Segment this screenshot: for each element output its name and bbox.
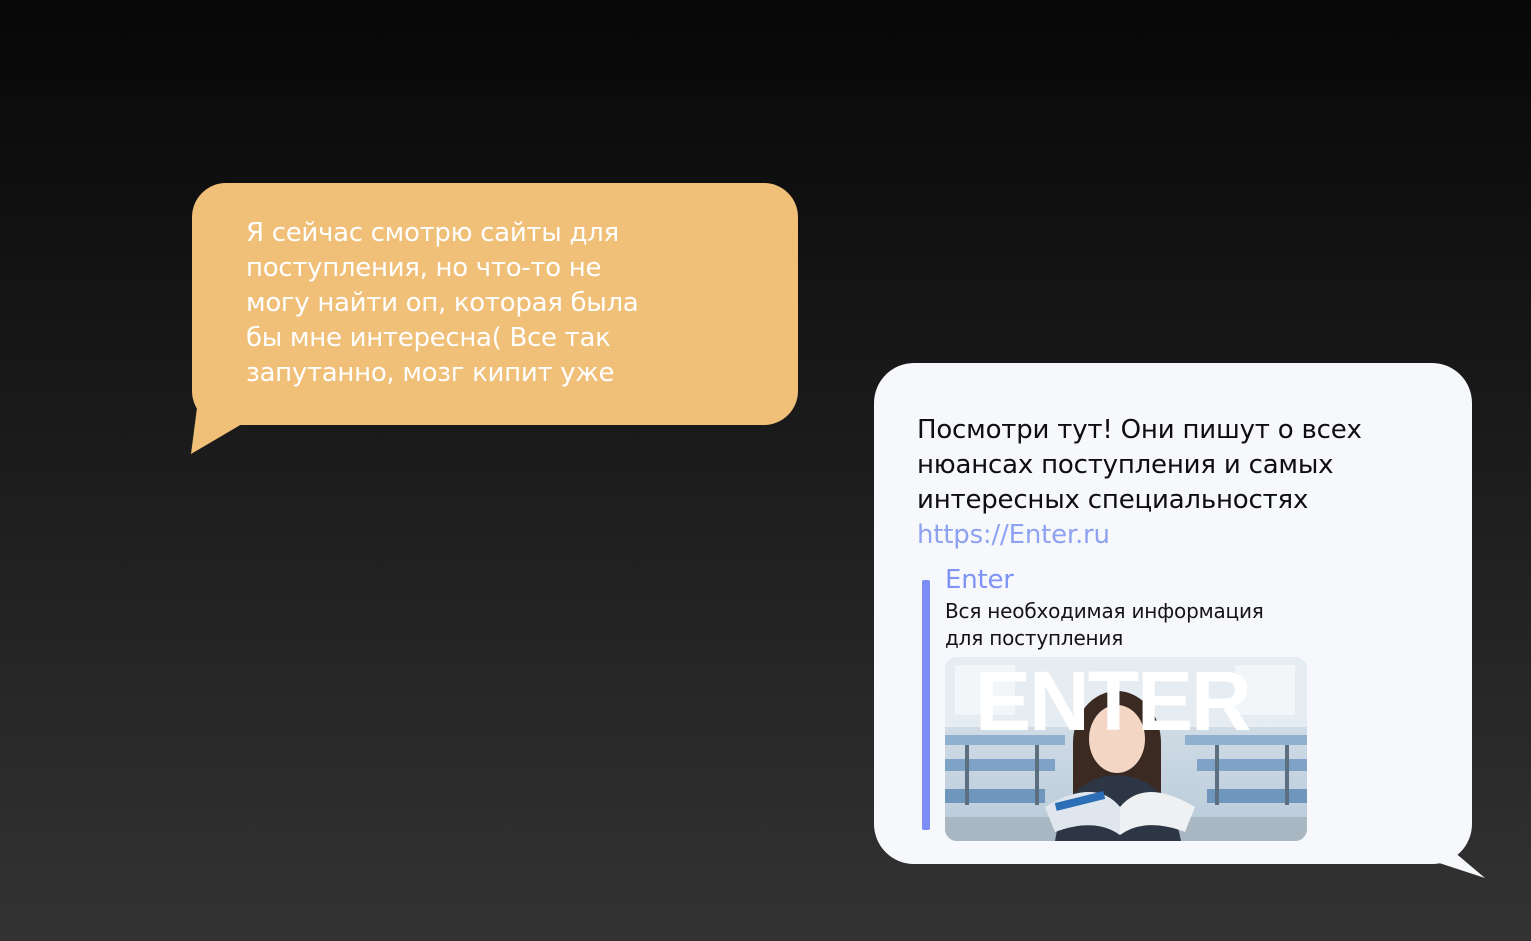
enter-wordmark: ENTER: [975, 657, 1252, 748]
link-preview-image[interactable]: ENTER: [945, 657, 1307, 841]
incoming-message-text: Я сейчас смотрю сайты для поступления, н…: [246, 218, 639, 388]
outgoing-message-text: Посмотри тут! Они пишут о всех нюансах п…: [917, 415, 1362, 515]
link-preview-accent-bar: [922, 580, 930, 830]
message-link[interactable]: https://Enter.ru: [917, 518, 1110, 553]
link-preview-description: Вся необходимая информация для поступлен…: [945, 599, 1264, 650]
link-preview-title[interactable]: Enter: [945, 564, 1014, 596]
